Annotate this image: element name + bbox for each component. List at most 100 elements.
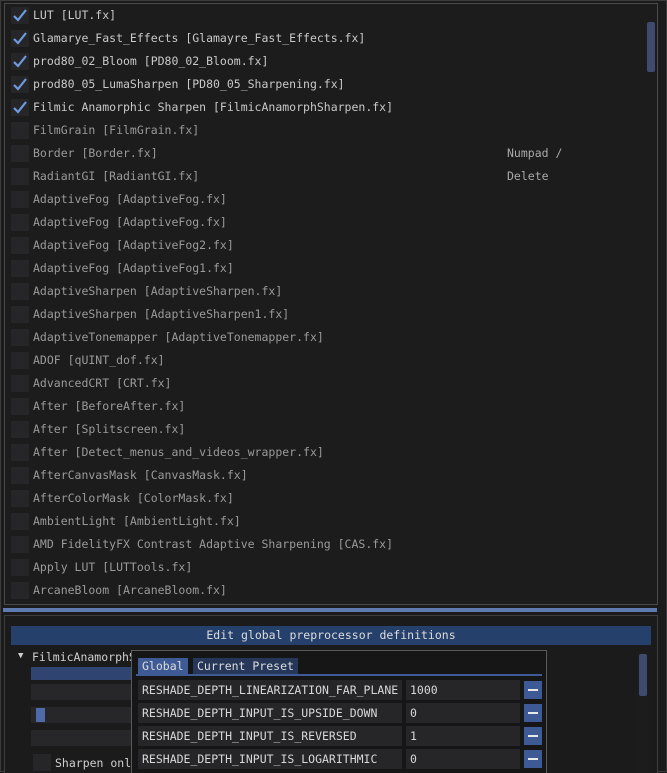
technique-row[interactable]: AdaptiveSharpen [AdaptiveSharpen1.fx] [5,303,645,326]
definition-value-field[interactable]: 1 [406,726,520,746]
remove-definition-button[interactable] [524,750,542,768]
technique-row[interactable]: Filmic Anamorphic Sharpen [FilmicAnamorp… [5,96,645,119]
technique-checkbox[interactable] [11,421,29,438]
definition-name-field[interactable]: RESHADE_DEPTH_INPUT_IS_REVERSED [138,726,402,746]
technique-checkbox[interactable] [11,99,29,116]
technique-section-header[interactable]: FilmicAnamorphSharpen [32,650,132,664]
definition-row: RESHADE_DEPTH_INPUT_IS_UPSIDE_DOWN 0 [138,703,542,723]
sharpen-only-checkbox[interactable] [33,754,51,771]
technique-checkbox[interactable] [11,398,29,415]
technique-row[interactable]: AfterCanvasMask [CanvasMask.fx] [5,464,645,487]
technique-row[interactable]: After [Detect_menus_and_videos_wrapper.f… [5,441,645,464]
technique-checkbox[interactable] [11,53,29,70]
minus-icon [528,758,538,760]
technique-row[interactable]: After [Splitscreen.fx] [5,418,645,441]
variable-editor-scroll-thumb[interactable] [639,654,647,696]
technique-row[interactable]: AdvancedCRT [CRT.fx] [5,372,645,395]
technique-label: After [BeforeAfter.fx] [33,399,186,413]
checkmark-icon [13,32,27,45]
technique-checkbox[interactable] [11,352,29,369]
remove-definition-button[interactable] [524,727,542,745]
variable-editor-scrollbar[interactable] [637,652,649,773]
technique-checkbox[interactable] [11,76,29,93]
preprocessor-definitions-popup: Global Current Preset RESHADE_DEPTH_LINE… [131,650,547,773]
technique-list-scroll-thumb[interactable] [647,22,655,72]
technique-label: AdvancedCRT [CRT.fx] [33,376,172,390]
definition-name-field[interactable]: RESHADE_DEPTH_LINEARIZATION_FAR_PLANE [138,680,402,700]
technique-row[interactable]: AdaptiveFog [AdaptiveFog.fx] [5,211,645,234]
variable-slider[interactable] [31,730,135,746]
technique-checkbox[interactable] [11,582,29,599]
technique-row[interactable]: AmbientLight [AmbientLight.fx] [5,510,645,533]
definition-value-field[interactable]: 0 [406,749,520,769]
technique-label: prod80_02_Bloom [PD80_02_Bloom.fx] [33,54,269,68]
technique-checkbox[interactable] [11,145,29,162]
technique-checkbox[interactable] [11,536,29,553]
remove-definition-button[interactable] [524,681,542,699]
tab-current-preset[interactable]: Current Preset [193,658,298,674]
technique-row[interactable]: prod80_05_LumaSharpen [PD80_05_Sharpenin… [5,73,645,96]
technique-row[interactable]: AdaptiveSharpen [AdaptiveSharpen.fx] [5,280,645,303]
technique-row[interactable]: FilmGrain [FilmGrain.fx] [5,119,645,142]
technique-row[interactable]: RadiantGI [RadiantGI.fx] Delete [5,165,645,188]
technique-checkbox[interactable] [11,168,29,185]
technique-label: prod80_05_LumaSharpen [PD80_05_Sharpenin… [33,77,345,91]
slider-grab-handle[interactable] [36,708,45,722]
technique-label: AdaptiveFog [AdaptiveFog.fx] [33,215,227,229]
technique-list-scrollbar[interactable] [645,4,657,604]
technique-row[interactable]: AdaptiveFog [AdaptiveFog.fx] [5,188,645,211]
technique-label: AdaptiveFog [AdaptiveFog2.fx] [33,238,234,252]
tree-expand-arrow-icon[interactable]: ▼ [18,651,23,661]
definition-name-field[interactable]: RESHADE_DEPTH_INPUT_IS_UPSIDE_DOWN [138,703,402,723]
technique-checkbox[interactable] [11,30,29,47]
technique-checkbox[interactable] [11,329,29,346]
edit-global-preprocessor-button[interactable]: Edit global preprocessor definitions [11,626,651,645]
technique-checkbox[interactable] [11,122,29,139]
technique-row[interactable]: ArcaneBloom [ArcaneBloom.fx] [5,579,645,602]
technique-checkbox[interactable] [11,214,29,231]
technique-checkbox[interactable] [11,467,29,484]
technique-label: Apply LUT [LUTTools.fx] [33,560,193,574]
technique-checkbox[interactable] [11,444,29,461]
definition-row: RESHADE_DEPTH_INPUT_IS_LOGARITHMIC 0 [138,749,542,769]
definition-name-field[interactable]: RESHADE_DEPTH_INPUT_IS_LOGARITHMIC [138,749,402,769]
technique-label: Filmic Anamorphic Sharpen [FilmicAnamorp… [33,100,394,114]
minus-icon [528,689,538,691]
technique-checkbox[interactable] [11,375,29,392]
technique-row[interactable]: prod80_02_Bloom [PD80_02_Bloom.fx] [5,50,645,73]
minus-icon [528,712,538,714]
technique-checkbox[interactable] [11,191,29,208]
technique-label: Glamarye_Fast_Effects [Glamayre_Fast_Eff… [33,31,366,45]
variable-slider[interactable] [31,684,135,700]
technique-toggle-key: Numpad / [507,146,563,160]
technique-row[interactable]: AdaptiveTonemapper [AdaptiveTonemapper.f… [5,326,645,349]
technique-checkbox[interactable] [11,513,29,530]
technique-checkbox[interactable] [11,283,29,300]
technique-row[interactable]: ADOF [qUINT_dof.fx] [5,349,645,372]
technique-row[interactable]: Border [Border.fx] Numpad / [5,142,645,165]
technique-checkbox[interactable] [11,559,29,576]
technique-row[interactable]: Glamarye_Fast_Effects [Glamayre_Fast_Eff… [5,27,645,50]
technique-label: AdaptiveSharpen [AdaptiveSharpen1.fx] [33,307,290,321]
panel-splitter[interactable] [3,608,657,612]
technique-checkbox[interactable] [11,237,29,254]
definition-value-field[interactable]: 0 [406,703,520,723]
technique-row[interactable]: AdaptiveFog [AdaptiveFog1.fx] [5,257,645,280]
technique-checkbox[interactable] [11,490,29,507]
technique-row[interactable]: LUT [LUT.fx] [5,4,645,27]
checkmark-icon [13,78,27,91]
technique-row[interactable]: AMD FidelityFX Contrast Adaptive Sharpen… [5,533,645,556]
technique-toggle-key: Delete [507,169,549,183]
technique-row[interactable]: AdaptiveFog [AdaptiveFog2.fx] [5,234,645,257]
technique-checkbox[interactable] [11,260,29,277]
technique-row[interactable]: After [BeforeAfter.fx] [5,395,645,418]
technique-checkbox[interactable] [11,7,29,24]
technique-checkbox[interactable] [11,306,29,323]
technique-label: After [Splitscreen.fx] [33,422,186,436]
technique-row[interactable]: AfterColorMask [ColorMask.fx] [5,487,645,510]
definition-value-field[interactable]: 1000 [406,680,520,700]
tab-global[interactable]: Global [138,658,188,674]
technique-row[interactable]: Apply LUT [LUTTools.fx] [5,556,645,579]
remove-definition-button[interactable] [524,704,542,722]
variable-slider[interactable] [31,707,135,723]
